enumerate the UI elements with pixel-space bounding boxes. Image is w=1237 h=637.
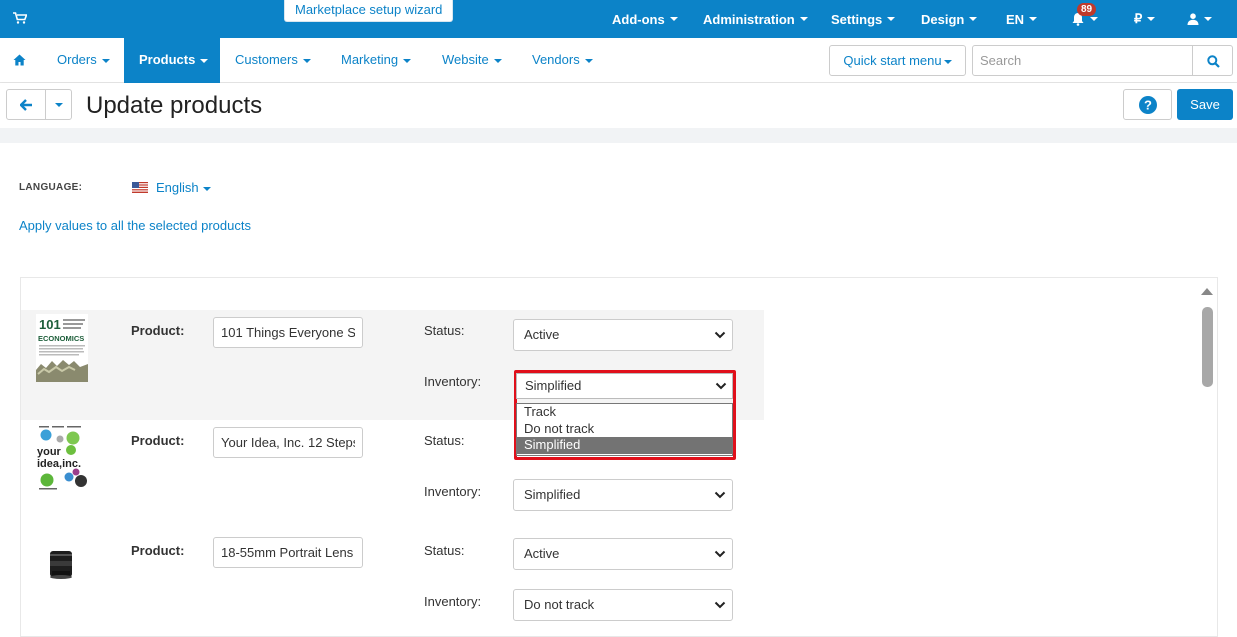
product-row: Product: Status: Active Inventory: Do no… bbox=[21, 530, 764, 636]
inventory-label: Inventory: bbox=[424, 484, 482, 499]
caret-down-icon bbox=[969, 17, 978, 21]
svg-text:ECONOMICS: ECONOMICS bbox=[38, 334, 84, 343]
caret-down-icon bbox=[1090, 17, 1098, 21]
product-label: Product: bbox=[131, 323, 185, 338]
language-menu[interactable]: EN bbox=[1006, 0, 1038, 38]
inventory-select-open[interactable]: Simplified bbox=[516, 373, 733, 399]
status-select[interactable]: Active bbox=[513, 538, 733, 570]
question-circle-icon: ? bbox=[1139, 96, 1157, 114]
inventory-label: Inventory: bbox=[424, 374, 482, 389]
back-button[interactable] bbox=[6, 89, 46, 120]
inventory-label: Inventory: bbox=[424, 594, 482, 609]
main-nav: Orders Products Customers Marketing Webs… bbox=[0, 38, 1237, 83]
addons-menu[interactable]: Add-ons bbox=[612, 0, 678, 38]
product-thumbnail[interactable] bbox=[36, 534, 88, 602]
caret-down-icon bbox=[669, 17, 678, 21]
svg-text:101: 101 bbox=[39, 317, 61, 332]
product-label: Product: bbox=[131, 543, 185, 558]
caret-down-icon bbox=[200, 58, 209, 63]
quick-start-menu-button[interactable]: Quick start menu bbox=[829, 45, 966, 76]
product-name-input[interactable] bbox=[213, 427, 363, 458]
chevron-down-icon bbox=[715, 382, 727, 390]
product-thumbnail[interactable]: your idea,inc. bbox=[36, 424, 88, 492]
home-icon bbox=[13, 54, 26, 66]
option-track[interactable]: Track bbox=[517, 404, 732, 421]
option-simplified[interactable]: Simplified bbox=[517, 437, 732, 454]
search-button[interactable] bbox=[1192, 45, 1233, 76]
product-label: Product: bbox=[131, 433, 185, 448]
home-button[interactable] bbox=[13, 38, 29, 83]
svg-text:idea,inc.: idea,inc. bbox=[37, 458, 81, 470]
inventory-select[interactable]: Simplified bbox=[513, 479, 733, 511]
caret-down-icon bbox=[202, 186, 211, 191]
user-menu[interactable] bbox=[1187, 0, 1212, 38]
caret-down-icon bbox=[101, 58, 110, 63]
search-input[interactable] bbox=[972, 45, 1193, 76]
option-do-not-track[interactable]: Do not track bbox=[517, 421, 732, 438]
status-select[interactable]: Active bbox=[513, 319, 733, 351]
svg-text:?: ? bbox=[1144, 98, 1152, 113]
save-button[interactable]: Save bbox=[1177, 89, 1233, 120]
status-label: Status: bbox=[424, 543, 465, 558]
arrow-left-icon bbox=[20, 99, 32, 111]
caret-down-icon bbox=[403, 58, 412, 63]
caret-down-icon bbox=[1204, 17, 1212, 21]
scroll-up-arrow[interactable] bbox=[1201, 288, 1213, 295]
top-bar: Marketplace setup wizard Add-ons Adminis… bbox=[0, 0, 1237, 38]
help-button[interactable]: ? bbox=[1123, 89, 1172, 120]
product-thumbnail[interactable]: 101 ECONOMICS bbox=[36, 314, 88, 382]
caret-down-icon bbox=[799, 17, 808, 21]
product-name-input[interactable] bbox=[213, 317, 363, 348]
user-icon bbox=[1187, 13, 1199, 25]
chevron-down-icon bbox=[714, 601, 726, 609]
nav-customers[interactable]: Customers bbox=[235, 38, 311, 83]
currency-menu[interactable]: ₽ bbox=[1134, 0, 1156, 38]
nav-marketing[interactable]: Marketing bbox=[341, 38, 412, 83]
caret-down-icon bbox=[493, 58, 502, 63]
nav-vendors[interactable]: Vendors bbox=[532, 38, 593, 83]
inventory-select[interactable]: Do not track bbox=[513, 589, 733, 621]
nav-orders[interactable]: Orders bbox=[43, 38, 124, 83]
header-divider bbox=[0, 128, 1237, 143]
caret-down-icon bbox=[1029, 17, 1038, 21]
chevron-down-icon bbox=[714, 331, 726, 339]
language-selector[interactable]: English bbox=[156, 180, 211, 195]
inventory-options-list: Track Do not track Simplified bbox=[516, 403, 733, 456]
chevron-down-icon bbox=[714, 491, 726, 499]
status-label: Status: bbox=[424, 433, 465, 448]
caret-down-icon bbox=[943, 59, 952, 64]
cart-icon[interactable] bbox=[13, 12, 27, 24]
notifications-badge: 89 bbox=[1077, 3, 1097, 16]
caret-down-icon bbox=[55, 103, 63, 107]
marketplace-setup-wizard-button[interactable]: Marketplace setup wizard bbox=[284, 0, 454, 22]
us-flag-icon bbox=[132, 182, 148, 193]
svg-text:your: your bbox=[37, 446, 62, 458]
apply-values-link[interactable]: Apply values to all the selected product… bbox=[19, 218, 251, 233]
page-header: Update products ? Save bbox=[0, 83, 1237, 128]
caret-down-icon bbox=[1147, 17, 1156, 21]
status-label: Status: bbox=[424, 323, 465, 338]
administration-menu[interactable]: Administration bbox=[703, 0, 808, 38]
scrollbar-thumb[interactable] bbox=[1202, 307, 1213, 387]
page-title: Update products bbox=[86, 92, 263, 119]
design-menu[interactable]: Design bbox=[921, 0, 978, 38]
language-label: LANGUAGE: bbox=[19, 182, 83, 193]
chevron-down-icon bbox=[714, 550, 726, 558]
nav-products[interactable]: Products bbox=[124, 38, 220, 83]
caret-down-icon bbox=[302, 58, 311, 63]
search-icon bbox=[1207, 55, 1220, 68]
back-dropdown-button[interactable] bbox=[45, 89, 72, 120]
caret-down-icon bbox=[887, 17, 896, 21]
caret-down-icon bbox=[584, 58, 593, 63]
nav-website[interactable]: Website bbox=[442, 38, 502, 83]
settings-menu[interactable]: Settings bbox=[831, 0, 896, 38]
product-name-input[interactable] bbox=[213, 537, 363, 568]
